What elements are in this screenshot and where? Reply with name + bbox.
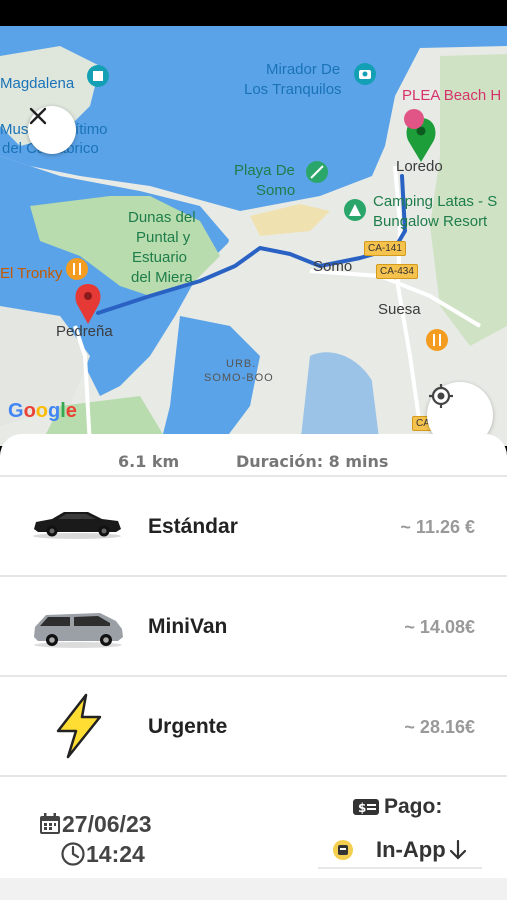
option-name: MiniVan [148, 615, 228, 638]
map-label-urb-2: SOMO-BOO [204, 372, 274, 384]
google-logo: Google [8, 400, 77, 422]
museum-marker-icon[interactable] [87, 65, 109, 87]
status-bar [0, 0, 507, 26]
map-label-magdalena: Magdalena [0, 75, 75, 92]
option-price: ~ 28.16€ [404, 717, 475, 737]
map-label-loredo: Loredo [396, 158, 443, 175]
map-label-dunas-3: Estuario [132, 249, 188, 266]
option-price: ~ 14.08€ [404, 617, 475, 637]
minivan-icon [34, 613, 123, 648]
map-label-dunas-4: del Miera [131, 269, 193, 286]
time-row[interactable]: 14:24 [60, 839, 152, 869]
map-label-playa-1: Playa De [234, 162, 295, 179]
clock-icon [61, 842, 85, 866]
schedule-date: 27/06/23 [62, 810, 152, 837]
camera-marker-icon[interactable] [354, 63, 376, 85]
crosshair-icon [429, 384, 453, 408]
camping-marker-icon[interactable] [344, 199, 366, 221]
option-price: ~ 11.26 € [400, 517, 475, 537]
map-label-dunas-1: Dunas del [128, 209, 196, 226]
option-urgente[interactable]: Urgente ~ 28.16€ [0, 677, 507, 775]
trip-distance: 6.1 km [118, 452, 180, 471]
option-name: Estándar [148, 515, 238, 538]
route-map[interactable]: Magdalena Museo Marítimo del Cantábrico … [0, 26, 507, 446]
arrow-down-icon [449, 839, 466, 860]
payment-method: In-App [376, 837, 446, 862]
restaurant-marker-east-icon[interactable] [426, 329, 448, 351]
trip-duration: Duración: 8 mins [236, 452, 389, 471]
map-label-suesa: Suesa [378, 301, 421, 318]
booking-sheet: 6.1 km Duración: 8 mins Estándar ~ 11.26… [0, 434, 507, 900]
map-label-urb-1: URB. [226, 358, 257, 370]
system-nav-bar [0, 878, 507, 900]
map-label-camping-2: Bungalow Resort [373, 213, 488, 230]
payment-header: $ Pago: [352, 795, 442, 819]
map-label-tronky: El Tronky [0, 265, 63, 282]
map-label-plea: PLEA Beach H [402, 87, 502, 104]
map-label-playa-2: Somo [256, 182, 296, 199]
map-label-dunas-2: Puntal y [136, 229, 191, 246]
restaurant-marker-icon[interactable] [66, 258, 88, 280]
date-row[interactable]: 27/06/23 [38, 809, 152, 839]
beach-marker-icon[interactable] [306, 161, 328, 183]
trip-summary: 6.1 km Duración: 8 mins [0, 434, 507, 476]
option-estandar[interactable]: Estándar ~ 11.26 € [0, 477, 507, 575]
road-badge-ca434: CA-434 [376, 264, 418, 279]
map-label-mirador-2: Los Tranquilos [244, 81, 342, 98]
sedan-car-icon [33, 512, 121, 539]
svg-text:$: $ [358, 801, 366, 815]
cash-icon: $ [353, 799, 379, 815]
payment-label: Pago: [384, 795, 443, 818]
lightning-icon [56, 693, 102, 759]
payment-method-select[interactable]: In-App [318, 833, 482, 869]
close-button[interactable] [28, 106, 76, 154]
schedule-picker[interactable]: 27/06/23 14:24 [38, 809, 152, 869]
wallet-app-icon [333, 840, 353, 860]
option-minivan[interactable]: MiniVan ~ 14.08€ [0, 577, 507, 675]
map-label-pedrena: Pedreña [56, 323, 113, 340]
close-icon [29, 107, 47, 125]
road-badge-ca141: CA-141 [364, 241, 406, 256]
option-name: Urgente [148, 715, 228, 738]
calendar-icon [40, 813, 60, 834]
map-label-camping-1: Camping Latas - S [373, 193, 498, 210]
map-label-mirador-1: Mirador De [266, 61, 341, 78]
map-label-somo: Somo [313, 258, 353, 275]
hotel-marker-icon[interactable] [404, 109, 424, 129]
schedule-time: 14:24 [86, 840, 145, 867]
